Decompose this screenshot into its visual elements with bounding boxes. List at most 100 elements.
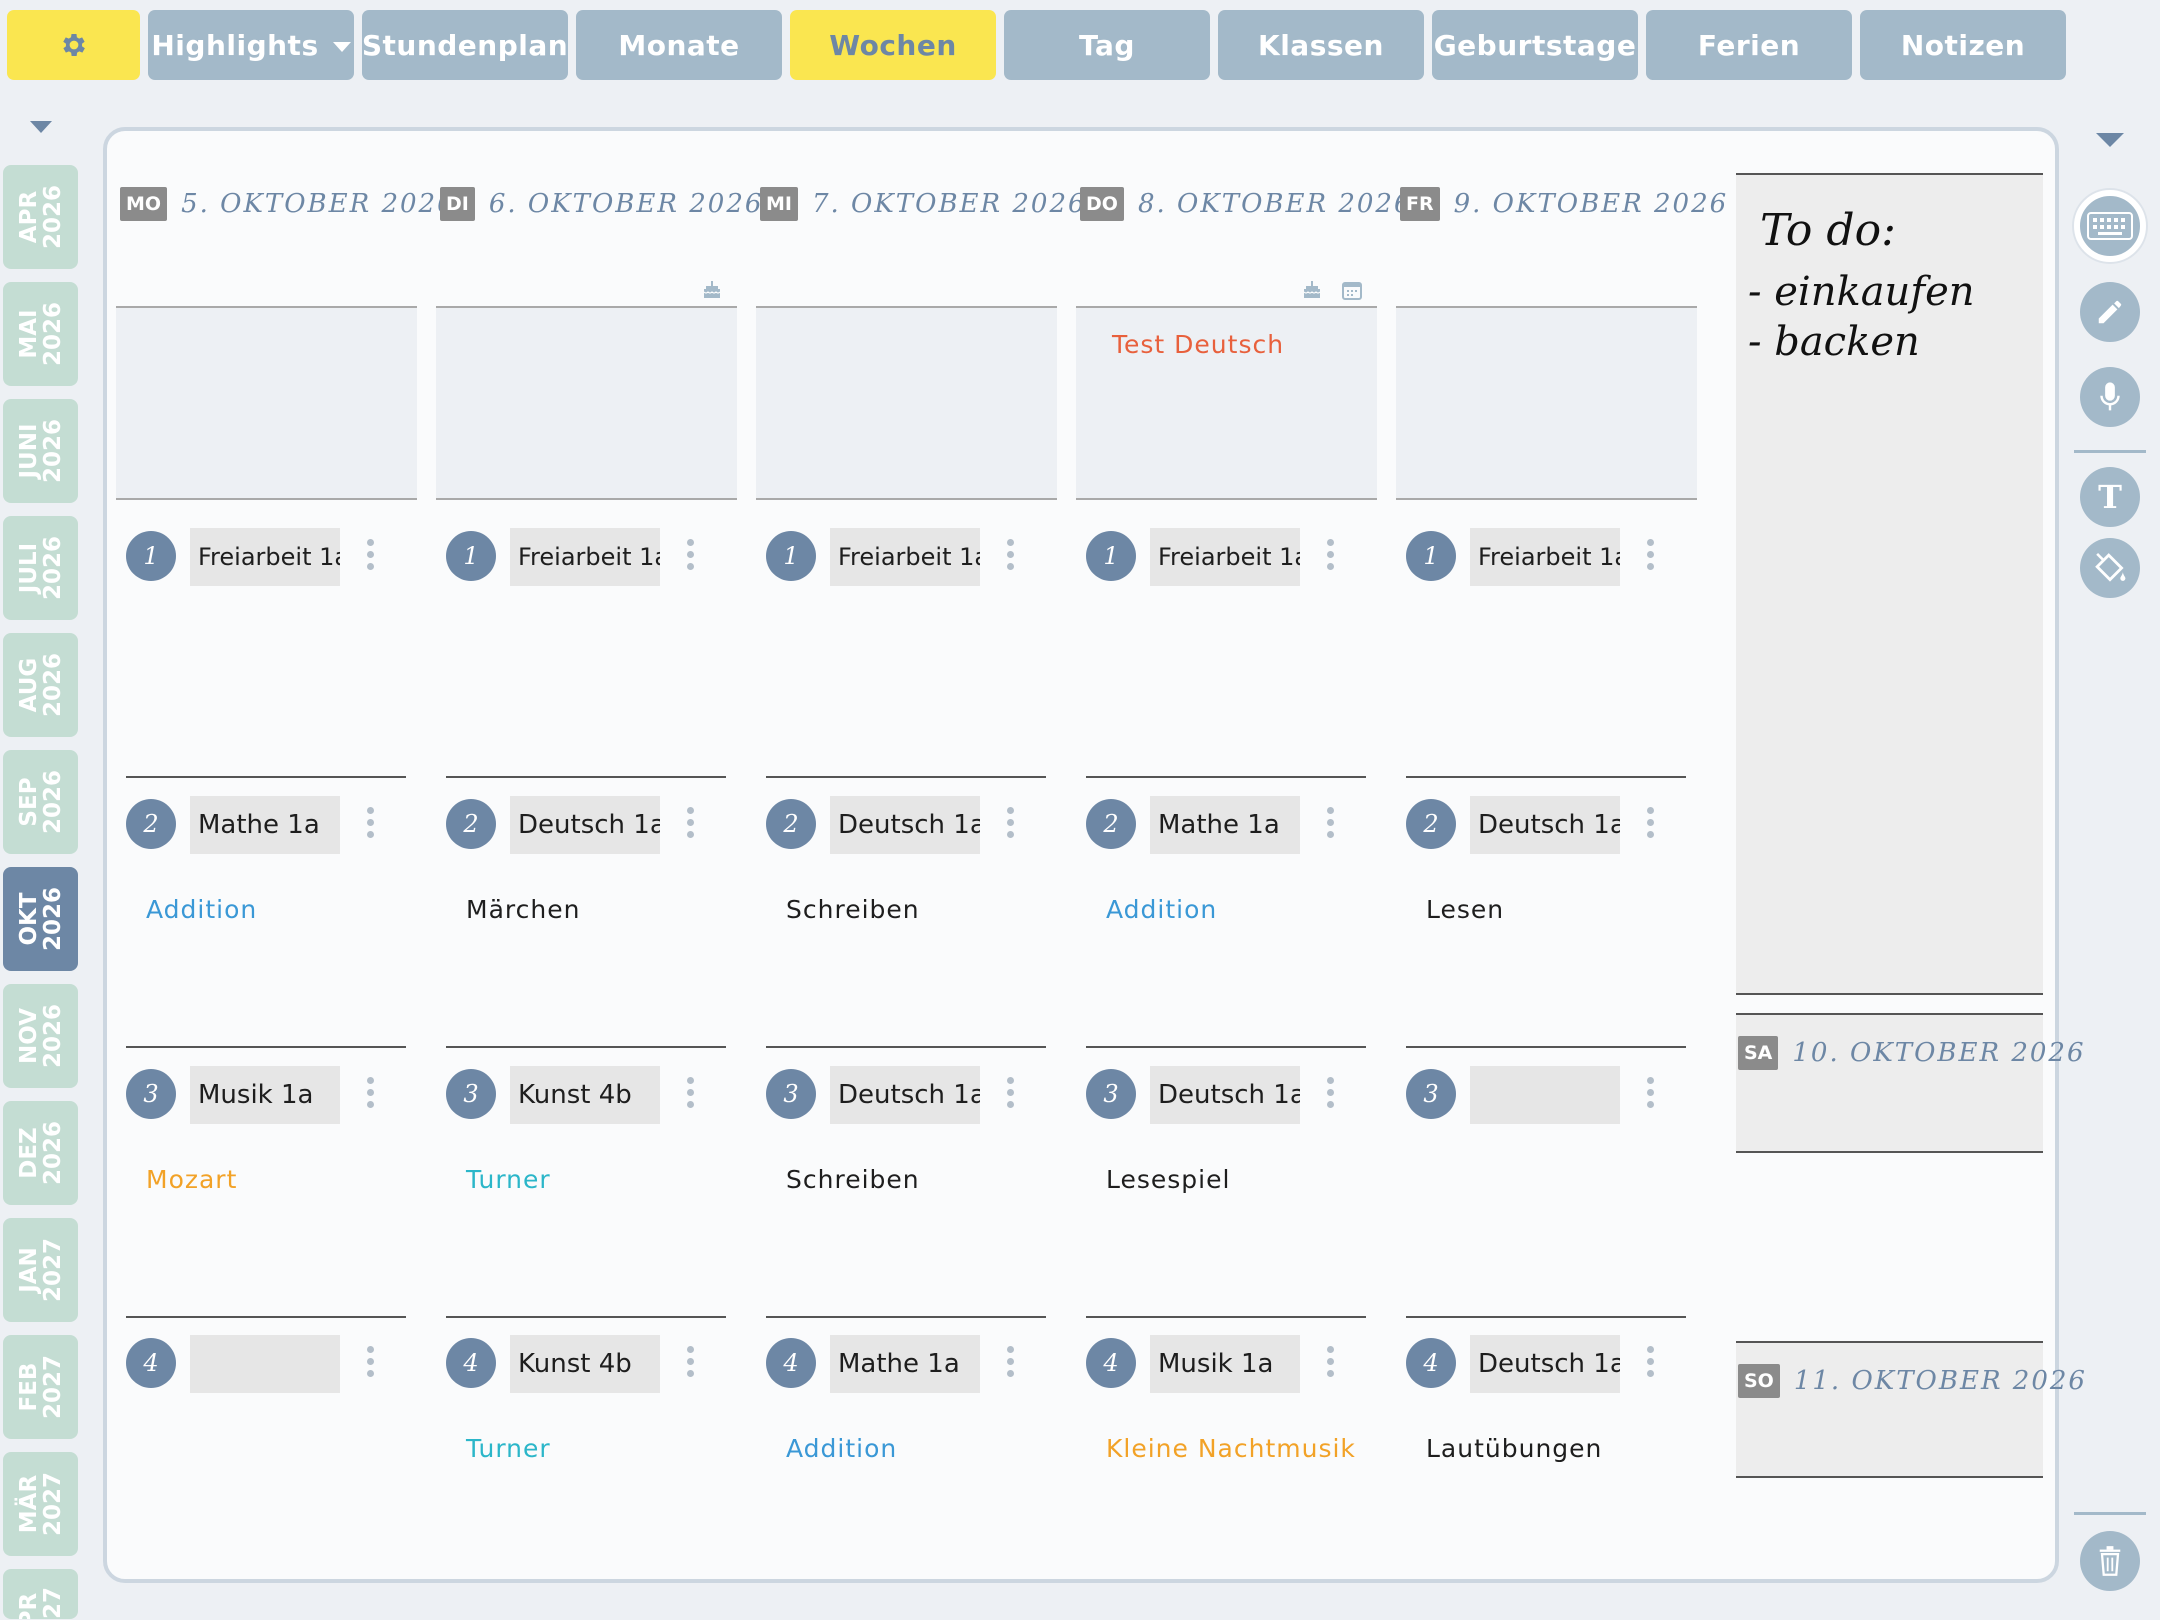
subject-field[interactable]: Musik 1a	[1150, 1335, 1300, 1393]
more-options-icon[interactable]	[1327, 1346, 1335, 1380]
lesson-topic[interactable]: Turner	[466, 1434, 551, 1463]
subject-field[interactable]: Freiarbeit 1a	[190, 528, 340, 586]
lesson-topic[interactable]: Mozart	[146, 1165, 237, 1194]
subject-field[interactable]: Musik 1a	[190, 1066, 340, 1124]
month-tab[interactable]: AUG 2026	[3, 633, 78, 737]
more-options-icon[interactable]	[1007, 1077, 1015, 1111]
subject-field[interactable]: Deutsch 1a	[1150, 1066, 1300, 1124]
months-collapse-icon[interactable]	[30, 121, 52, 133]
lesson-topic[interactable]: Addition	[1106, 895, 1217, 924]
lesson-topic[interactable]: Kleine Nachtmusik	[1106, 1434, 1356, 1463]
month-tab[interactable]: SEP 2026	[3, 750, 78, 854]
all-day-events[interactable]: Test Deutsch	[1076, 306, 1377, 500]
month-tab[interactable]: MÄR 2027	[3, 1452, 78, 1556]
month-tab[interactable]: NOV 2026	[3, 984, 78, 1088]
subject-field[interactable]: Mathe 1a	[1150, 796, 1300, 854]
more-options-icon[interactable]	[1327, 807, 1335, 841]
subject-field[interactable]	[190, 1335, 340, 1393]
subject-field[interactable]: Deutsch 1a	[830, 796, 980, 854]
month-tab[interactable]: JAN 2027	[3, 1218, 78, 1322]
month-label: JULI 2026	[16, 536, 66, 600]
more-options-icon[interactable]	[1007, 539, 1015, 573]
period-divider	[126, 1046, 406, 1048]
lesson-topic[interactable]: Lesespiel	[1106, 1165, 1230, 1194]
paint-bucket-button[interactable]	[2080, 538, 2140, 598]
month-tab[interactable]: APR 2026	[3, 165, 78, 269]
more-options-icon[interactable]	[1647, 539, 1655, 573]
tab-klassen[interactable]: Klassen	[1218, 10, 1424, 80]
subject-field[interactable]: Mathe 1a	[190, 796, 340, 854]
subject-field[interactable]: Mathe 1a	[830, 1335, 980, 1393]
lesson-topic[interactable]: Lautübungen	[1426, 1434, 1602, 1463]
lesson-topic[interactable]: Turner	[466, 1165, 551, 1194]
tab-notizen[interactable]: Notizen	[1860, 10, 2066, 80]
all-day-events[interactable]	[756, 306, 1057, 500]
subject-field[interactable]: Freiarbeit 1a	[1150, 528, 1300, 586]
month-tab[interactable]: FEB 2027	[3, 1335, 78, 1439]
month-tab[interactable]: MAI 2026	[3, 282, 78, 386]
month-tab[interactable]: OKT 2026	[3, 867, 78, 971]
more-options-icon[interactable]	[1647, 807, 1655, 841]
lesson-topic[interactable]: Schreiben	[786, 895, 920, 924]
more-options-icon[interactable]	[1007, 1346, 1015, 1380]
all-day-events[interactable]	[1396, 306, 1697, 500]
month-tab[interactable]: APR2027	[3, 1569, 78, 1619]
weekend-sunday[interactable]: SO 11. OKTOBER 2026	[1736, 1341, 2085, 1478]
subject-field[interactable]: Freiarbeit 1a	[1470, 528, 1620, 586]
more-options-icon[interactable]	[687, 1346, 695, 1380]
more-options-icon[interactable]	[1007, 807, 1015, 841]
tab-stundenplan[interactable]: Stundenplan	[362, 10, 568, 80]
lesson-topic[interactable]: Addition	[786, 1434, 897, 1463]
notes-area[interactable]: To do: - einkaufen - backen	[1736, 173, 2043, 995]
subject-field[interactable]: Deutsch 1a	[1470, 1335, 1620, 1393]
subject-field[interactable]: Deutsch 1a	[510, 796, 660, 854]
more-options-icon[interactable]	[367, 539, 375, 573]
subject-field[interactable]	[1470, 1066, 1620, 1124]
weekend-saturday[interactable]: SA 10. OKTOBER 2026	[1736, 1013, 2083, 1153]
top-navigation: Highlights Stundenplan Monate Wochen Tag…	[0, 0, 2160, 90]
subject-field[interactable]: Deutsch 1a	[830, 1066, 980, 1124]
settings-button[interactable]	[7, 10, 140, 80]
all-day-events[interactable]	[436, 306, 737, 500]
more-options-icon[interactable]	[1647, 1346, 1655, 1380]
keyboard-button[interactable]	[2074, 190, 2146, 262]
period-number: 4	[446, 1338, 496, 1388]
month-tab[interactable]: JULI 2026	[3, 516, 78, 620]
subject-field[interactable]: Kunst 4b	[510, 1335, 660, 1393]
tab-highlights[interactable]: Highlights	[148, 10, 354, 80]
more-options-icon[interactable]	[1327, 1077, 1335, 1111]
more-options-icon[interactable]	[1647, 1077, 1655, 1111]
more-options-icon[interactable]	[687, 539, 695, 573]
period-divider	[446, 1316, 726, 1318]
subject-field[interactable]: Kunst 4b	[510, 1066, 660, 1124]
more-options-icon[interactable]	[367, 1077, 375, 1111]
more-options-icon[interactable]	[367, 1346, 375, 1380]
lesson-topic[interactable]: Schreiben	[786, 1165, 920, 1194]
all-day-events[interactable]	[116, 306, 417, 500]
lesson-topic[interactable]: Addition	[146, 895, 257, 924]
subject-field[interactable]: Freiarbeit 1a	[830, 528, 980, 586]
tab-monate[interactable]: Monate	[576, 10, 782, 80]
tab-tag[interactable]: Tag	[1004, 10, 1210, 80]
microphone-button[interactable]	[2080, 367, 2140, 427]
lesson-topic[interactable]: Märchen	[466, 895, 580, 924]
more-options-icon[interactable]	[687, 1077, 695, 1111]
day-header: MI 7. OKTOBER 2026	[760, 184, 1087, 224]
more-options-icon[interactable]	[1327, 539, 1335, 573]
tab-geburtstage[interactable]: Geburtstage	[1432, 10, 1638, 80]
more-options-icon[interactable]	[687, 807, 695, 841]
tab-ferien[interactable]: Ferien	[1646, 10, 1852, 80]
pencil-button[interactable]	[2080, 282, 2140, 342]
more-options-icon[interactable]	[367, 807, 375, 841]
trash-button[interactable]	[2080, 1531, 2140, 1591]
month-tab[interactable]: JUNI 2026	[3, 399, 78, 503]
text-button[interactable]: T	[2080, 467, 2140, 527]
lesson-topic[interactable]: Lesen	[1426, 895, 1504, 924]
subject-field[interactable]: Deutsch 1a	[1470, 796, 1620, 854]
event-item[interactable]: Test Deutsch	[1112, 330, 1284, 359]
toolbar-collapse-icon[interactable]	[2096, 133, 2124, 147]
subject-field[interactable]: Freiarbeit 1a	[510, 528, 660, 586]
month-tab[interactable]: DEZ 2026	[3, 1101, 78, 1205]
period-number: 3	[446, 1069, 496, 1119]
tab-wochen[interactable]: Wochen	[790, 10, 996, 80]
